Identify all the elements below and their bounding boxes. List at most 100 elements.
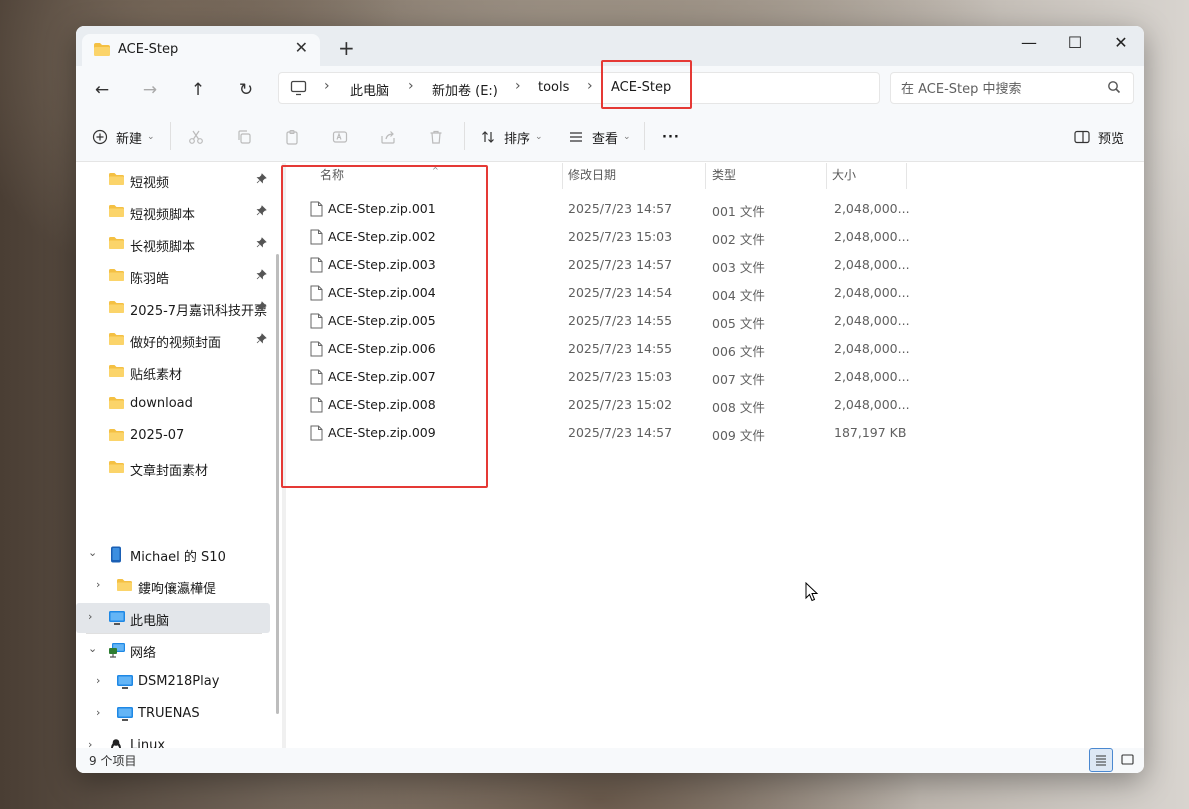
column-header-label: 大小 [832,168,857,182]
sidebar-item-quick-access[interactable]: 短视频 [76,165,270,195]
sidebar-item-quick-access[interactable]: 2025-7月嘉讯科技开票 [76,293,270,323]
file-icon [310,369,323,389]
file-type: 002 文件 [712,232,765,247]
sidebar-item-quick-access[interactable]: 做好的视频封面 [76,325,270,355]
sidebar-item-device[interactable]: ⌄ Michael 的 S10 [76,539,270,569]
column-header-date[interactable]: 修改日期 [562,163,705,189]
breadcrumb-tools[interactable]: tools [538,80,569,95]
trash-icon [430,130,442,144]
file-date: 2025/7/23 14:54 [568,285,673,300]
file-row[interactable]: ACE-Step.zip.005 2025/7/23 14:55 005 文件 2,0… [300,307,910,335]
sidebar-item-label: TRUENAS [138,706,200,721]
search-box[interactable] [890,72,1134,104]
search-input[interactable] [901,79,1101,99]
sidebar-item-label: Michael 的 S10 [130,550,226,565]
folder-icon [93,42,111,61]
file-date: 2025/7/23 15:03 [568,229,673,244]
sidebar-item-label: 陈羽皓 [130,272,170,287]
sidebar-item-quick-access[interactable]: 文章封面素材 [76,453,270,483]
sidebar-item-this-pc[interactable]: › 此电脑 [76,603,270,633]
file-row[interactable]: ACE-Step.zip.004 2025/7/23 14:54 004 文件 2,0… [300,279,910,307]
copy-button[interactable] [236,124,252,150]
address-bar[interactable]: › 此电脑 › 新加卷 (E:) › tools › ACE-Step [278,72,880,104]
copy-icon [238,130,251,144]
sidebar-item-truenas[interactable]: › TRUENAS [76,699,270,729]
folder-icon [116,578,133,596]
tab-ace-step[interactable]: ACE-Step ✕ [82,34,320,66]
column-header-label: 修改日期 [568,168,617,182]
sidebar-item-quick-access[interactable]: 短视频脚本 [76,197,270,227]
sidebar-item-quick-access[interactable]: 2025-07 [76,421,270,451]
sidebar-item-dsm218play[interactable]: › DSM218Play [76,667,270,697]
cut-button[interactable] [188,124,204,150]
minimize-button[interactable]: — [1014,30,1044,56]
file-row[interactable]: ACE-Step.zip.006 2025/7/23 14:55 006 文件 2,0… [300,335,910,363]
view-button[interactable]: 查看 ⌄ [568,124,631,150]
file-row[interactable]: ACE-Step.zip.003 2025/7/23 14:57 003 文件 2,0… [300,251,910,279]
sidebar-item-label: 做好的视频封面 [130,336,222,351]
new-button[interactable]: 新建 ⌄ [92,124,155,150]
chevron-right-icon: › [88,610,93,623]
breadcrumb-drive-e[interactable]: 新加卷 (E:) [432,80,498,99]
preview-label: 预览 [1098,131,1125,147]
navigation-pane: 短视频短视频脚本长视频脚本陈羽皓 2025-7月嘉讯科技开票做好的视频封面贴纸素材… [76,163,276,755]
search-icon[interactable] [1107,80,1121,98]
column-header-name[interactable]: 名称 ^ [286,163,562,189]
sidebar-item-network[interactable]: ⌄ 网络 [76,635,270,665]
file-icon [310,397,323,417]
file-row[interactable]: ACE-Step.zip.007 2025/7/23 15:03 007 文件 2,0… [300,363,910,391]
preview-pane-button[interactable]: 预览 [1074,124,1124,150]
sidebar-item-label: 2025-07 [130,428,185,443]
file-type: 004 文件 [712,288,765,303]
computer-icon [108,610,126,630]
close-tab-icon[interactable]: ✕ [295,38,308,57]
chevron-right-icon: › [96,706,101,719]
close-window-button[interactable]: ✕ [1106,30,1136,56]
rename-icon [332,131,348,143]
file-type: 008 文件 [712,400,765,415]
column-divider[interactable] [906,163,907,189]
file-type: 009 文件 [712,428,765,443]
sidebar-item-quick-access[interactable]: download [76,389,270,419]
up-button[interactable]: ↑ [184,78,212,102]
sidebar-item-quick-access[interactable]: 长视频脚本 [76,229,270,259]
file-row[interactable]: ACE-Step.zip.009 2025/7/23 14:57 009 文件 187… [300,419,910,447]
rename-button[interactable] [332,124,348,150]
column-header-size[interactable]: 大小 [826,163,906,189]
sidebar-item-quick-access[interactable]: 陈羽皓 [76,261,270,291]
breadcrumb-this-pc[interactable]: 此电脑 [350,80,389,99]
paste-button[interactable] [284,124,300,150]
share-button[interactable] [380,124,396,150]
sort-button[interactable]: 排序 ⌄ [480,124,543,150]
new-tab-button[interactable]: + [338,36,355,60]
sidebar-item-label: 网络 [130,646,157,661]
sort-label: 排序 [504,131,531,147]
sidebar-item-device-storage[interactable]: › 鏤呴儴瀛樺偍 [76,571,270,601]
file-row[interactable]: ACE-Step.zip.002 2025/7/23 15:03 002 文件 2,0… [300,223,910,251]
view-lines-icon [570,132,582,142]
back-button[interactable]: ← [88,78,116,102]
file-row[interactable]: ACE-Step.zip.001 2025/7/23 14:57 001 文件 2,0… [300,195,910,223]
forward-button[interactable]: → [136,78,164,102]
sidebar-item-quick-access[interactable]: 贴纸素材 [76,357,270,387]
column-header-type[interactable]: 类型 [705,163,826,189]
file-icon [310,341,323,361]
file-size: 2,048,000... [834,313,910,328]
details-view-icon [1096,755,1106,766]
more-options-button[interactable]: ··· [662,124,680,150]
folder-icon [108,172,125,190]
sidebar-scrollbar[interactable] [276,254,279,714]
maximize-button[interactable]: ☐ [1060,30,1090,56]
file-row[interactable]: ACE-Step.zip.008 2025/7/23 15:02 008 文件 2,0… [300,391,910,419]
column-header-label: 名称 [320,168,345,182]
sidebar-item-label: 短视频脚本 [130,208,196,223]
breadcrumb-ace-step[interactable]: ACE-Step [611,80,671,95]
details-view-button[interactable] [1089,748,1113,772]
folder-icon [108,332,125,350]
tiles-view-button[interactable] [1116,748,1140,772]
delete-button[interactable] [428,124,444,150]
refresh-button[interactable]: ↻ [232,78,260,102]
pin-icon [256,237,267,251]
file-type: 001 文件 [712,204,765,219]
new-label: 新建 [116,131,143,147]
